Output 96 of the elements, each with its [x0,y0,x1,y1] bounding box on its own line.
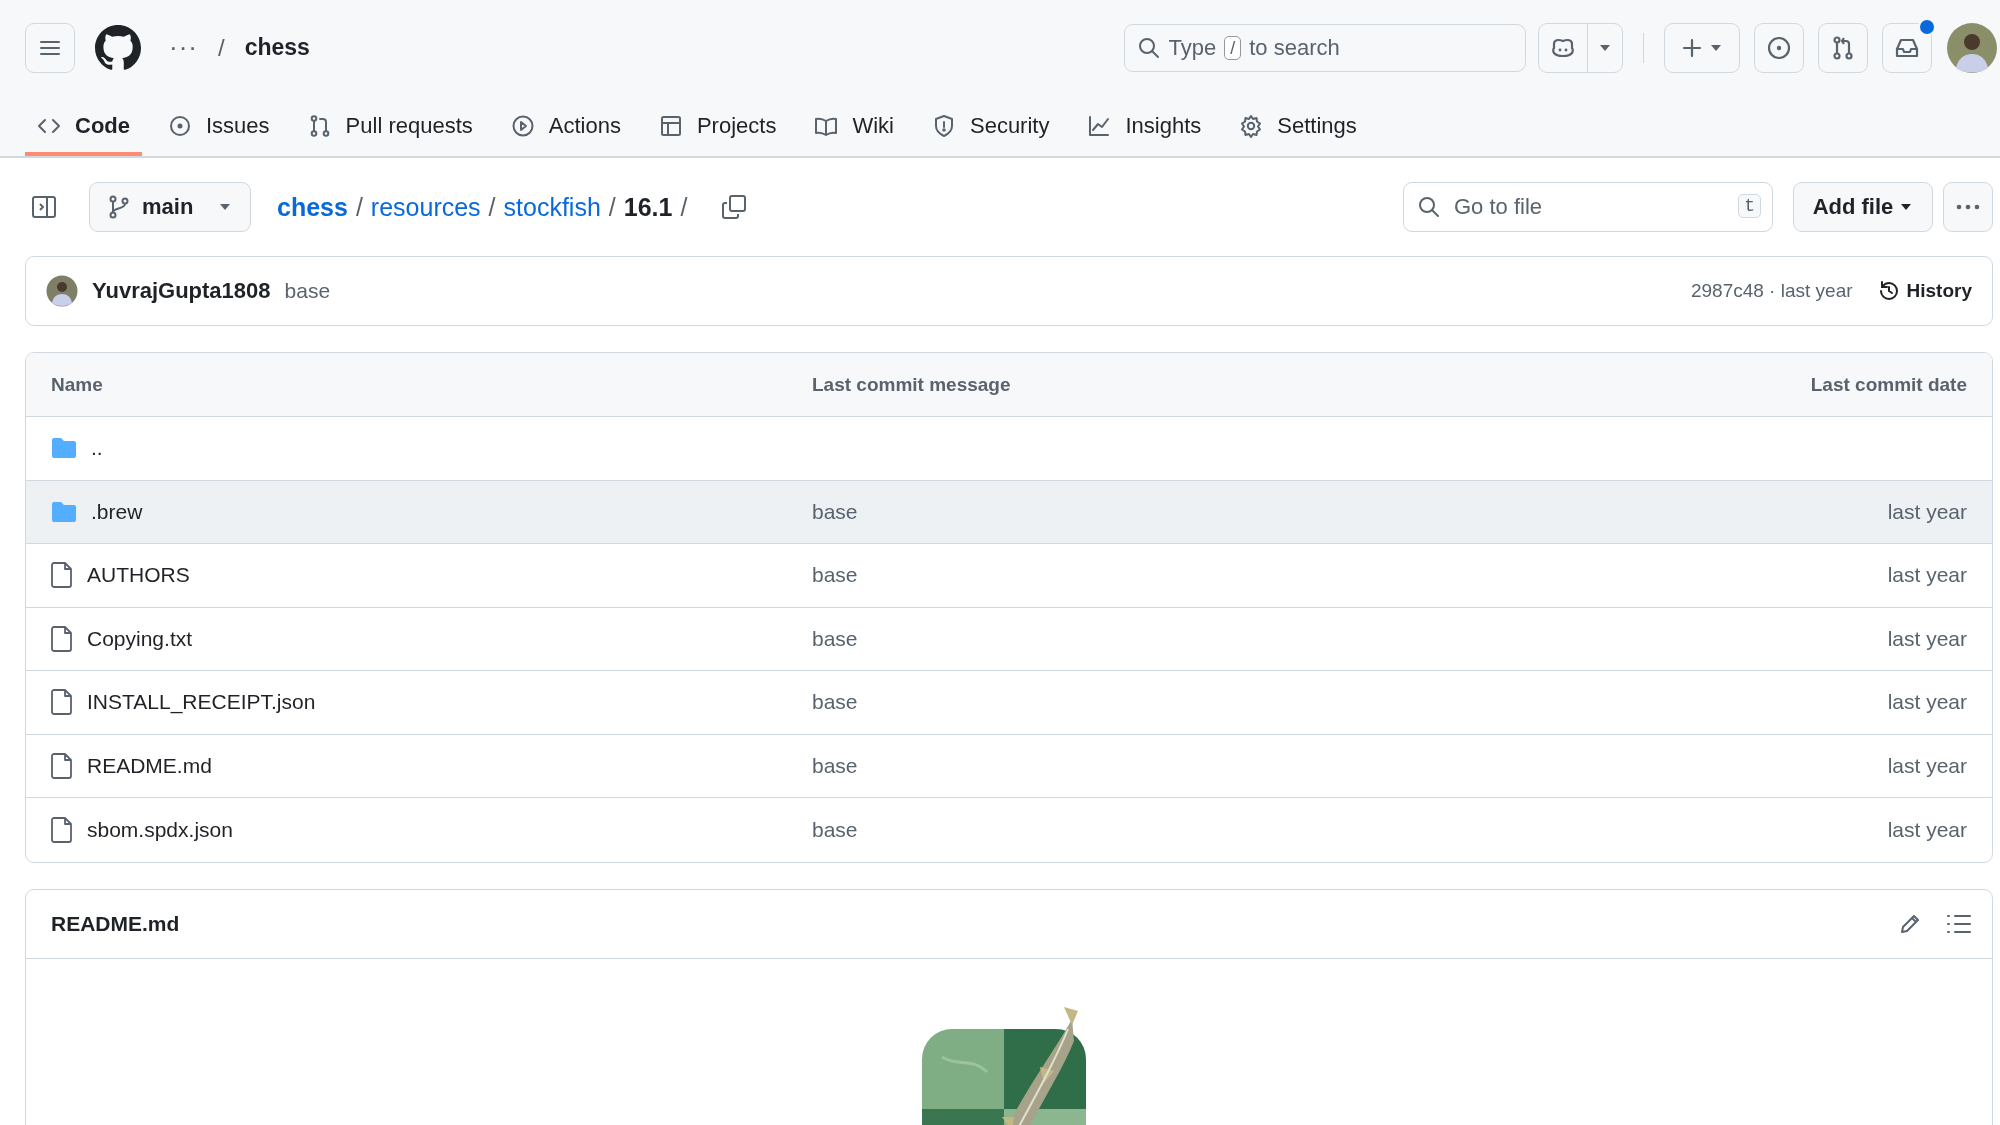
more-breadcrumb-button[interactable]: ··· [169,32,198,63]
folder-icon [51,437,77,460]
file-icon [51,752,73,779]
pull-request-icon [1831,34,1855,61]
gear-icon [1239,113,1264,138]
file-name-link[interactable]: AUTHORS [87,563,190,588]
pull-requests-button[interactable] [1818,22,1868,73]
file-row[interactable]: .. [26,417,1992,481]
inbox-button[interactable] [1882,22,1932,73]
file-name-link[interactable]: Copying.txt [87,626,193,651]
file-row[interactable]: AUTHORS base last year [26,544,1992,608]
caret-icon [1597,42,1612,53]
breadcrumb-link[interactable]: resources [370,192,481,222]
commit-message-link[interactable]: base [812,817,858,841]
kebab-icon [1955,203,1981,211]
file-icon [51,562,73,589]
commit-sha-time[interactable]: 2987c48 · last year [1690,280,1853,302]
search-placeholder: Type [1168,34,1217,61]
commit-author-link[interactable]: YuvrajGupta1808 [92,278,271,304]
repo-tab[interactable]: Actions [498,95,633,156]
commit-message-link[interactable]: base [284,279,331,303]
plus-icon [1681,36,1703,59]
shortcut-key: / [1224,35,1242,60]
repo-tab[interactable]: Pull requests [295,95,485,156]
list-icon [1946,912,1972,935]
menu-button[interactable] [25,22,75,73]
repo-tab[interactable]: Wiki [802,95,906,156]
sidebar-panel-icon [31,194,57,220]
file-name-link[interactable]: .brew [91,499,143,524]
column-header: Name [50,373,104,396]
file-icon [51,689,73,716]
caret-icon [218,202,232,212]
avatar-icon[interactable] [1946,21,1998,74]
breadcrumb-link[interactable]: stockfish [503,192,601,222]
breadcrumb-separator: / [680,192,688,222]
branch-icon [108,195,130,219]
repo-tab[interactable]: Projects [646,95,789,156]
column-header: Last commit date [1809,373,1968,396]
play-icon [510,113,535,138]
search-field[interactable]: Type / to search [1123,23,1526,72]
shortcut-key: t [1738,194,1761,218]
repo-tab[interactable]: Security [919,95,1062,156]
breadcrumb-link[interactable]: chess [277,192,348,222]
file-name-link[interactable]: .. [91,436,103,461]
commit-date: last year [1887,563,1967,587]
caret-icon [1899,202,1914,212]
separator-text: / [218,33,225,62]
file-row[interactable]: INSTALL_RECEIPT.json base last year [26,671,1992,735]
file-row[interactable]: Copying.txt base last year [26,607,1992,671]
file-row[interactable]: sbom.spdx.json base last year [26,798,1992,862]
caret-icon [1709,42,1723,53]
search-icon [1136,35,1161,60]
table-icon [658,113,683,138]
file-name-link[interactable]: README.md [87,753,212,778]
repo-tab[interactable]: Insights [1075,95,1214,156]
issues-button[interactable] [1754,22,1804,73]
file-name-link[interactable]: INSTALL_RECEIPT.json [87,690,316,715]
file-row[interactable]: README.md base last year [26,734,1992,798]
commit-date: last year [1887,690,1967,714]
commit-date: last year [1887,499,1967,523]
file-name-link[interactable]: sbom.spdx.json [87,817,233,842]
folder-icon [51,500,77,523]
copilot-button[interactable] [1537,22,1623,73]
breadcrumb-separator: / [355,192,363,222]
commit-date: last year [1887,817,1967,841]
commit-message-link[interactable]: base [812,626,858,650]
search-icon [1417,195,1441,219]
avatar-icon [46,275,78,307]
octocat-logo-icon[interactable] [95,24,141,71]
commit-message-link[interactable]: base [812,753,858,777]
circle-dot-icon [168,113,192,138]
commit-message-link[interactable]: base [812,690,858,714]
copy-icon [721,194,748,220]
repo-name[interactable]: chess [244,34,310,61]
graph-icon [1087,113,1112,138]
repo-tab[interactable]: Issues [156,95,282,156]
repo-tab[interactable]: Settings [1227,95,1369,156]
commit-message-link[interactable]: base [812,499,858,523]
commit-message-link[interactable]: base [812,563,858,587]
file-icon [51,625,73,652]
history-link[interactable]: History [1876,279,1972,303]
file-row[interactable]: .brew base last year [26,480,1992,544]
create-new-button[interactable] [1664,22,1740,73]
breadcrumb-separator: / [488,192,496,222]
commit-date: last year [1887,753,1967,777]
readme-title: README.md [51,911,180,936]
circle-dot-icon [1766,34,1792,61]
file-icon [51,816,73,843]
repo-tab[interactable]: Code [25,95,142,156]
column-header: Last commit message [812,373,1012,396]
breadcrumb-separator: / [608,192,616,222]
search-placeholder: to search [1249,34,1340,61]
branch-button[interactable]: main [89,182,251,232]
add-file-button[interactable]: Add file [1793,182,1933,232]
commit-date: last year [1887,626,1967,650]
current-folder: 16.1 [623,192,673,222]
